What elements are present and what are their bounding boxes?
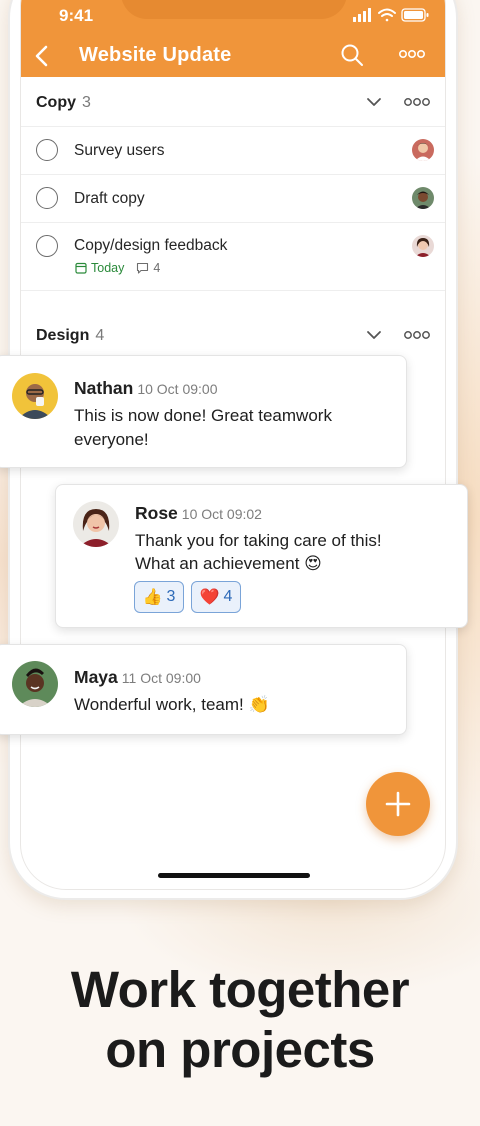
due-date: Today [91,261,125,275]
divider [21,290,445,291]
more-options-icon[interactable] [399,49,425,59]
task-label: Copy/design feedback [74,237,228,254]
headline-line: on projects [105,1021,375,1078]
message-time: 11 Oct 09:00 [121,670,201,686]
message-text: Wonderful work, team! 👏 [74,695,270,714]
section-more-icon[interactable] [404,330,430,340]
task-row[interactable]: Copy/design feedback Today 4 [21,223,445,289]
task-row[interactable]: Survey users [21,127,445,174]
thumbs-up-icon: 👍 [142,589,163,606]
section-more-icon[interactable] [404,97,430,107]
section-header-design[interactable]: Design 4 [21,314,445,358]
calendar-icon [75,262,87,274]
wifi-icon [378,8,396,22]
section-name: Copy [36,94,76,111]
section-count: 4 [95,327,105,344]
assignee-avatar [412,187,434,209]
task-meta: Today 4 [75,261,160,275]
reaction-thumbs-up[interactable]: 👍 3 [134,581,184,613]
message-bubble[interactable]: Nathan 10 Oct 09:00 This is now done! Gre… [0,355,407,468]
avatar [12,373,58,419]
search-icon[interactable] [340,43,364,67]
marketing-headline: Work together on projects [0,960,480,1080]
message-text: everyone! [74,430,149,449]
task-row[interactable]: Draft copy [21,175,445,222]
sender-name: Nathan [74,378,134,398]
message-time: 10 Oct 09:02 [181,506,262,522]
task-label: Survey users [74,142,165,159]
assignee-avatar [412,139,434,161]
section-header-copy[interactable]: Copy 3 [21,81,445,125]
status-icons [353,8,429,22]
back-chevron-icon[interactable] [34,45,50,67]
phone-notch [121,0,347,19]
home-indicator [158,873,310,878]
status-time: 9:41 [59,6,94,25]
message-time: 10 Oct 09:00 [137,381,218,397]
chevron-down-icon[interactable] [366,330,382,340]
message-text: This is now done! Great teamwork [74,406,332,425]
section-name: Design [36,327,90,344]
signal-icon [353,8,371,22]
comment-count: 4 [153,261,161,275]
comment-icon [137,262,149,274]
task-checkbox[interactable] [36,235,58,257]
battery-icon [401,8,429,22]
project-title: Website Update [79,44,232,66]
reaction-heart[interactable]: ❤️ 4 [191,581,241,613]
plus-icon [385,791,411,817]
avatar [12,661,58,707]
message-bubble[interactable]: Rose 10 Oct 09:02 Thank you for taking ca… [55,484,468,628]
avatar [73,501,119,547]
sender-name: Maya [74,667,118,687]
heart-icon: ❤️ [199,589,220,606]
chevron-down-icon[interactable] [366,97,382,107]
reaction-count: 4 [223,588,233,605]
reaction-count: 3 [166,588,176,605]
task-checkbox[interactable] [36,187,58,209]
assignee-avatar [412,235,434,257]
task-label: Draft copy [74,190,145,207]
message-bubble[interactable]: Maya 11 Oct 09:00 Wonderful work, team! 👏 [0,644,407,735]
task-checkbox[interactable] [36,139,58,161]
app-bar: 9:41 Website Update [21,0,445,77]
message-text: Thank you for taking care of this! [135,531,382,550]
headline-line: Work together [70,961,410,1018]
message-text: What an achievement 😍 [135,554,322,573]
sender-name: Rose [135,503,178,523]
add-task-button[interactable] [366,772,430,836]
section-count: 3 [82,94,91,111]
